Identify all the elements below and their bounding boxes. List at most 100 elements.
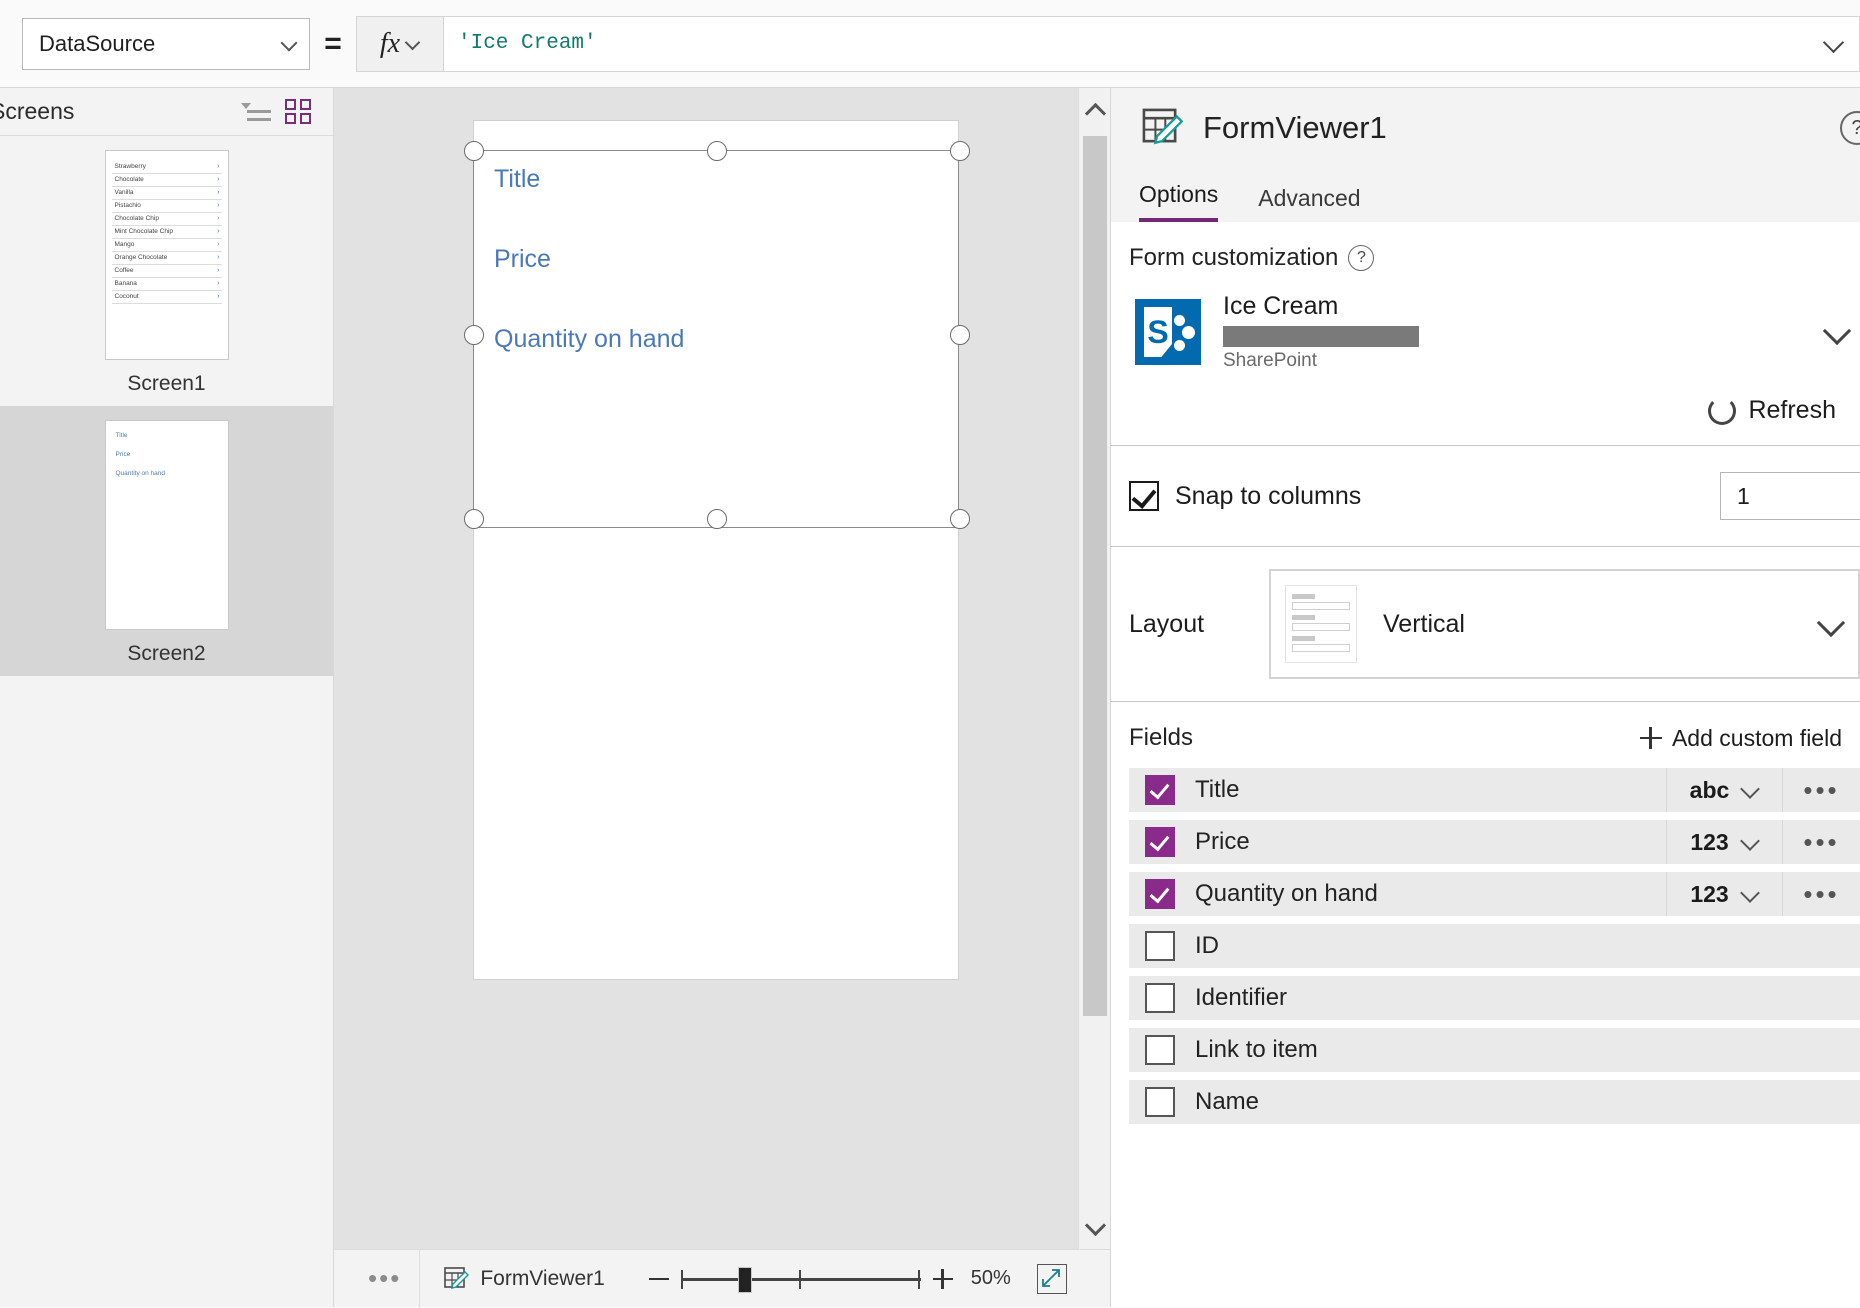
field-type-select[interactable]: 123: [1666, 820, 1782, 864]
zoom-slider[interactable]: [681, 1266, 921, 1292]
scroll-up-button[interactable]: [1079, 88, 1110, 132]
table-row[interactable]: Name: [1129, 1080, 1860, 1124]
zoom-in-button[interactable]: [931, 1267, 955, 1291]
field-name: Identifier: [1195, 984, 1860, 1012]
property-select[interactable]: DataSource: [22, 18, 310, 70]
screen2-caption: Screen2: [0, 642, 333, 666]
columns-count-select[interactable]: 1: [1720, 472, 1860, 520]
field-more-button[interactable]: •••: [1782, 820, 1860, 864]
page-title: FormViewer1: [1203, 110, 1840, 146]
help-icon[interactable]: ?: [1840, 111, 1860, 145]
field-checkbox[interactable]: [1145, 1087, 1175, 1117]
snap-to-columns-checkbox[interactable]: [1129, 481, 1159, 511]
tab-advanced[interactable]: Advanced: [1258, 185, 1360, 222]
add-custom-field-label: Add custom field: [1672, 725, 1842, 752]
table-row[interactable]: ID: [1129, 924, 1860, 968]
formula-bar: DataSource = fx 'Ice Cream': [0, 0, 1860, 88]
slider-tick: [799, 1270, 802, 1289]
overflow-menu-button[interactable]: •••: [334, 1263, 419, 1294]
scrollbar-thumb[interactable]: [1083, 136, 1107, 1016]
table-row[interactable]: Price 123 •••: [1129, 820, 1860, 864]
preview-field-label: Title: [116, 432, 222, 439]
resize-handle-top-center[interactable]: [707, 141, 727, 161]
list-item: Mint Chocolate Chip›: [112, 226, 222, 239]
help-icon[interactable]: ?: [1348, 245, 1374, 271]
chevron-down-icon: [1086, 1218, 1104, 1236]
data-source-card[interactable]: S Ice Cream SharePoint: [1111, 272, 1860, 390]
screens-pane-header: Screens: [0, 88, 333, 136]
field-checkbox[interactable]: [1145, 931, 1175, 961]
table-row[interactable]: Identifier: [1129, 976, 1860, 1020]
field-checkbox[interactable]: [1145, 775, 1175, 805]
fx-button[interactable]: fx: [356, 16, 444, 72]
screen1-preview: Strawberry› Chocolate› Vanilla› Pistachi…: [105, 150, 229, 360]
field-more-button[interactable]: •••: [1782, 768, 1860, 812]
breadcrumb[interactable]: FormViewer1: [420, 1265, 604, 1293]
chevron-down-icon: [1741, 781, 1759, 799]
field-more-button[interactable]: •••: [1782, 872, 1860, 916]
list-item: Mango›: [112, 239, 222, 252]
screen-thumbnail-screen2[interactable]: Title Price Quantity on hand Screen2: [0, 406, 333, 676]
fit-to-screen-button[interactable]: [1037, 1264, 1067, 1294]
formula-text: 'Ice Cream': [458, 32, 1823, 55]
tab-options[interactable]: Options: [1139, 181, 1218, 222]
add-custom-field-button[interactable]: Add custom field: [1640, 725, 1842, 752]
formula-input[interactable]: 'Ice Cream': [444, 16, 1860, 72]
field-type-value: 123: [1690, 829, 1728, 856]
screen-thumbnail-screen1[interactable]: Strawberry› Chocolate› Vanilla› Pistachi…: [0, 136, 333, 406]
chevron-down-icon: [1741, 833, 1759, 851]
grid-view-icon[interactable]: [285, 98, 315, 126]
fx-icon: fx: [380, 28, 400, 60]
resize-handle-top-left[interactable]: [464, 141, 484, 161]
field-type-value: 123: [1690, 881, 1728, 908]
properties-tabs: Options Advanced: [1111, 168, 1860, 222]
screens-pane: Screens Strawberry› Chocolate› Vanilla› …: [0, 88, 334, 1307]
table-row[interactable]: Quantity on hand 123 •••: [1129, 872, 1860, 916]
tree-view-icon[interactable]: [241, 99, 271, 125]
expand-icon: [1038, 1265, 1064, 1291]
table-row[interactable]: Link to item: [1129, 1028, 1860, 1072]
layout-preview-icon: [1285, 585, 1357, 663]
field-type-select[interactable]: abc: [1666, 768, 1782, 812]
slider-thumb[interactable]: [738, 1267, 752, 1293]
field-name: Link to item: [1195, 1036, 1860, 1064]
field-checkbox[interactable]: [1145, 827, 1175, 857]
zoom-out-button[interactable]: [647, 1267, 671, 1291]
canvas-vertical-scrollbar[interactable]: [1078, 88, 1110, 1249]
resize-handle-bottom-left[interactable]: [464, 509, 484, 529]
selection-box[interactable]: [473, 150, 959, 528]
resize-handle-middle-right[interactable]: [950, 325, 970, 345]
field-checkbox[interactable]: [1145, 879, 1175, 909]
preview-field-label: Quantity on hand: [116, 470, 222, 477]
redacted-account: [1223, 326, 1419, 347]
chevron-down-icon: [406, 37, 420, 51]
resize-handle-middle-left[interactable]: [464, 325, 484, 345]
refresh-icon: [1708, 397, 1736, 425]
refresh-button[interactable]: Refresh: [1111, 390, 1860, 445]
chevron-down-icon[interactable]: [1824, 319, 1850, 345]
data-source-name: Ice Cream: [1223, 292, 1824, 321]
slider-tick: [681, 1270, 684, 1289]
plus-icon: [1640, 727, 1662, 749]
field-checkbox[interactable]: [1145, 983, 1175, 1013]
scroll-down-button[interactable]: [1079, 1205, 1111, 1249]
layout-section: Layout Vertical: [1111, 547, 1860, 702]
table-row[interactable]: Title abc •••: [1129, 768, 1860, 812]
refresh-label: Refresh: [1748, 396, 1836, 425]
property-select-value: DataSource: [39, 31, 281, 57]
list-item: Chocolate›: [112, 174, 222, 187]
sharepoint-icon: S: [1135, 299, 1201, 365]
field-checkbox[interactable]: [1145, 1035, 1175, 1065]
app-canvas[interactable]: Title Price Quantity on hand: [334, 88, 1110, 1307]
zoom-controls: 50%: [647, 1264, 1067, 1294]
layout-select[interactable]: Vertical: [1269, 569, 1860, 679]
fields-header: Fields Add custom field: [1111, 702, 1860, 768]
resize-handle-top-right[interactable]: [950, 141, 970, 161]
form-customization-section: Form customization ? S Ice Cream SharePo…: [1111, 222, 1860, 446]
resize-handle-bottom-right[interactable]: [950, 509, 970, 529]
chevron-down-icon[interactable]: [1823, 33, 1845, 55]
preview-field-label: Price: [116, 451, 222, 458]
resize-handle-bottom-center[interactable]: [707, 509, 727, 529]
fields-section: Fields Add custom field Title abc ••• Pr…: [1111, 702, 1860, 1124]
field-type-select[interactable]: 123: [1666, 872, 1782, 916]
